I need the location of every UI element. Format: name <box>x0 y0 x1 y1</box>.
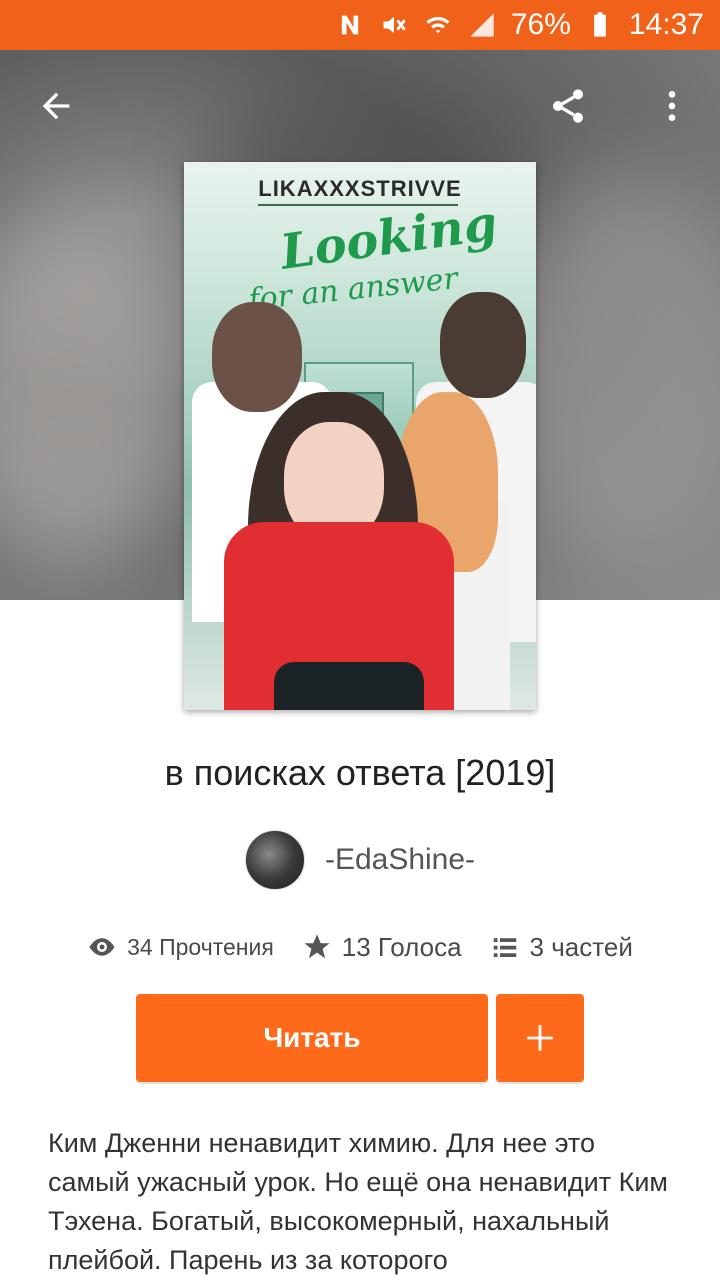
share-icon <box>553 89 583 123</box>
read-button[interactable]: Читать <box>136 994 488 1082</box>
author-row[interactable]: -EdaShine- <box>0 828 720 892</box>
clock: 14:37 <box>628 8 704 41</box>
book-cover[interactable]: LIKAXXXSTRIVVE Looking for an answer <box>184 162 536 710</box>
mute-icon <box>379 10 409 40</box>
parts-count: 3 частей <box>529 931 633 962</box>
signal-icon <box>467 10 497 40</box>
status-bar: 76% 14:37 <box>0 0 720 50</box>
battery-icon <box>585 10 615 40</box>
eye-icon <box>89 938 115 956</box>
nfc-icon <box>335 10 365 40</box>
battery-percent: 76% <box>510 8 571 41</box>
arrow-left-icon <box>42 92 70 120</box>
reads-count: 34 Прочтения <box>127 933 274 960</box>
plus-icon <box>527 1025 553 1051</box>
star-icon <box>304 934 330 959</box>
toolbar <box>0 60 720 150</box>
add-to-library-button[interactable] <box>496 994 584 1082</box>
votes-stat: 13 Голоса <box>302 932 462 963</box>
reads-stat: 34 Прочтения <box>87 932 274 962</box>
story-stats: 34 Прочтения 13 Голоса 3 частей <box>0 925 720 969</box>
list-icon <box>493 938 516 957</box>
parts-stat: 3 частей <box>490 932 633 963</box>
story-description: Ким Дженни ненавидит химию. Для нее это … <box>48 1128 668 1275</box>
more-options-button[interactable] <box>644 78 700 134</box>
avatar[interactable] <box>244 830 305 890</box>
story-title: в поисках ответа [2019] <box>164 752 556 793</box>
author-name[interactable]: -EdaShine- <box>325 843 475 877</box>
share-button[interactable] <box>540 78 596 134</box>
more-vert-icon <box>668 91 676 121</box>
wifi-icon <box>423 10 453 40</box>
votes-count: 13 Голоса <box>341 931 462 962</box>
action-buttons: Читать <box>136 994 584 1082</box>
back-button[interactable] <box>28 78 84 134</box>
